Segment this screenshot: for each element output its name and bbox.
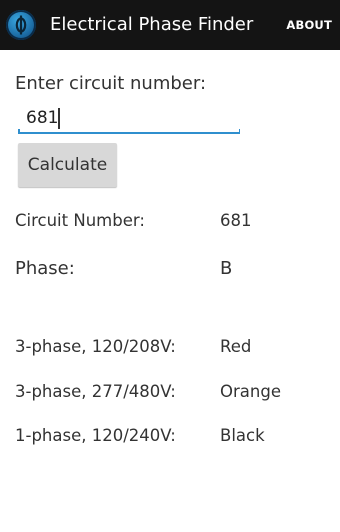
app-title: Electrical Phase Finder: [50, 14, 254, 35]
phase-label: Phase:: [15, 258, 75, 279]
wire-color-value-3ph-120-208: Red: [220, 337, 252, 356]
wire-color-value-1ph-120-240: Black: [220, 426, 265, 445]
circuit-number-value: 681: [220, 211, 252, 230]
calculate-button[interactable]: Calculate: [18, 143, 117, 187]
about-button[interactable]: ABOUT: [286, 15, 332, 35]
wire-color-value-3ph-277-480: Orange: [220, 382, 281, 401]
circuit-number-input[interactable]: [18, 104, 240, 132]
input-underline: [18, 129, 240, 134]
wire-color-label-3ph-277-480: 3-phase, 277/480V:: [15, 382, 176, 401]
text-cursor: [58, 108, 60, 129]
phase-logo-icon: [6, 10, 36, 40]
phase-value: B: [220, 258, 233, 279]
app-bar: Electrical Phase Finder ABOUT: [0, 0, 340, 50]
wire-color-label-1ph-120-240: 1-phase, 120/240V:: [15, 426, 176, 445]
circuit-number-prompt: Enter circuit number:: [15, 73, 207, 94]
circuit-number-label: Circuit Number:: [15, 211, 145, 230]
circuit-number-field[interactable]: [18, 104, 240, 134]
wire-color-label-3ph-120-208: 3-phase, 120/208V:: [15, 337, 176, 356]
